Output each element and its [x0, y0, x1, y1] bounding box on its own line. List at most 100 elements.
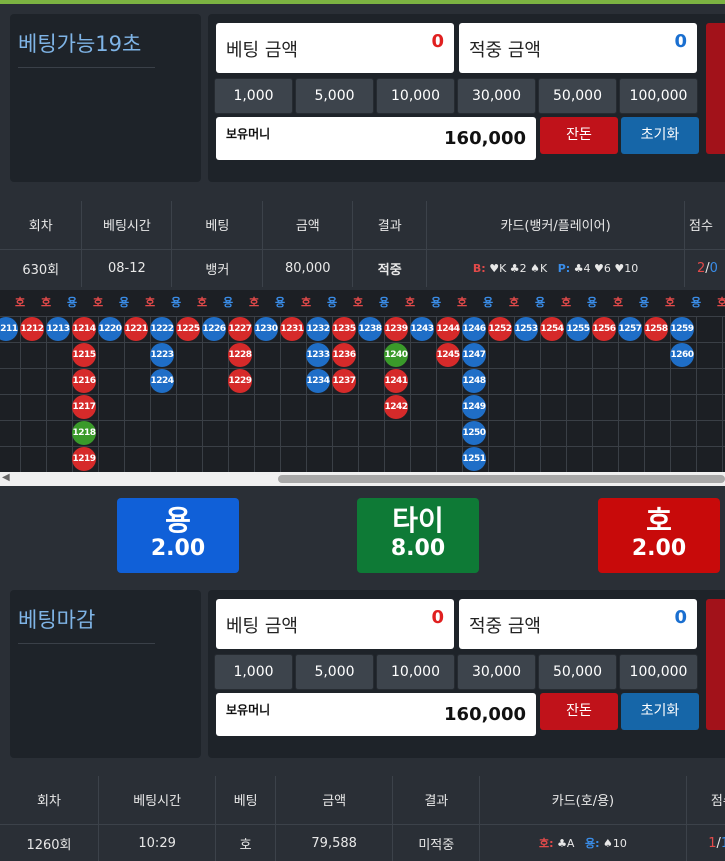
road-header-mark: 용: [327, 296, 338, 309]
road-grid: 121112121213121412151216121712181219 1220…: [0, 316, 725, 472]
road-header-mark: 호: [249, 296, 260, 309]
road-ball: 1229: [228, 369, 252, 393]
road-ball: 1239: [384, 317, 408, 341]
col-result: 결과: [352, 201, 428, 250]
chip-5000-button[interactable]: 5,000: [295, 78, 374, 114]
row-time: 10:29: [98, 824, 217, 861]
road-header-mark: 용: [639, 296, 650, 309]
chip-50000-button[interactable]: 50,000: [538, 78, 617, 114]
col-time: 베팅시간: [98, 776, 217, 825]
col-time: 베팅시간: [81, 201, 173, 250]
road-ball: 1216: [72, 369, 96, 393]
chip-5000-button[interactable]: 5,000: [295, 654, 374, 690]
road-header-mark: 용: [587, 296, 598, 309]
balance-label: 보유머니: [226, 703, 271, 717]
bottom-status-box: 베팅마감: [10, 590, 201, 758]
road-header-mark: 용: [67, 296, 78, 309]
chip-30000-button[interactable]: 30,000: [457, 78, 536, 114]
road-header-mark: 호: [197, 296, 208, 309]
row-bet: 호: [215, 824, 276, 861]
row-amount: 80,000: [262, 249, 354, 287]
road-ball: 1247: [462, 343, 486, 367]
road-header-mark: 용: [691, 296, 702, 309]
road-ball: 1232: [306, 317, 330, 341]
table-header-row: 회차 베팅시간 베팅 금액 결과 카드(호/용) 점수: [0, 776, 725, 825]
bottom-bet-box: 베팅 금액 0 적중 금액 0 1,000 5,000 10,000 30,00…: [208, 590, 725, 758]
road-ball: 1221: [124, 317, 148, 341]
row-cards: B: ♥K ♣2 ♠K P: ♣4 ♥6 ♥10: [426, 249, 685, 287]
balance-value: 160,000: [444, 128, 526, 149]
road-ball: 1242: [384, 395, 408, 419]
side-bet-button[interactable]: [706, 599, 725, 730]
tie-bet-button[interactable]: 타이 8.00: [357, 498, 479, 573]
road-header-mark: 호: [613, 296, 624, 309]
road-ball: 1215: [72, 343, 96, 367]
road-ball: 1236: [332, 343, 356, 367]
balance-field: 보유머니 160,000: [216, 117, 536, 160]
row-round: 630회: [0, 249, 83, 287]
chip-10000-button[interactable]: 10,000: [376, 654, 455, 690]
road-ball: 1249: [462, 395, 486, 419]
road-scrollbar[interactable]: ◀: [0, 472, 725, 486]
side-bet-button[interactable]: [706, 23, 725, 154]
chip-10000-button[interactable]: 10,000: [376, 78, 455, 114]
scroll-left-icon[interactable]: ◀: [2, 472, 10, 483]
dragon-bet-button[interactable]: 용 2.00: [117, 498, 239, 573]
road-ball: 1241: [384, 369, 408, 393]
road-header-mark: 호: [145, 296, 156, 309]
change-button[interactable]: 잔돈: [540, 693, 618, 730]
road-ball: 1255: [566, 317, 590, 341]
bet-amount-field: 베팅 금액 0: [216, 599, 454, 649]
row-score: 1/10: [686, 824, 725, 861]
reset-button[interactable]: 초기화: [621, 693, 699, 730]
road-header-mark: 용: [379, 296, 390, 309]
road-ball: 1233: [306, 343, 330, 367]
row-bet: 뱅커: [171, 249, 264, 287]
win-amount-field: 적중 금액 0: [459, 599, 697, 649]
road-header-mark: 호: [93, 296, 104, 309]
road-ball: 1238: [358, 317, 382, 341]
road-ball: 1257: [618, 317, 642, 341]
banker-cards: ♥K ♣2 ♠K: [489, 261, 548, 275]
chip-1000-button[interactable]: 1,000: [214, 78, 293, 114]
road-ball: 1259: [670, 317, 694, 341]
chip-30000-button[interactable]: 30,000: [457, 654, 536, 690]
road-ball: 1252: [488, 317, 512, 341]
change-button[interactable]: 잔돈: [540, 117, 618, 154]
chip-100000-button[interactable]: 100,000: [619, 654, 698, 690]
player-cards: ♣4 ♥6 ♥10: [573, 261, 639, 275]
row-cards: 호: ♣A 용: ♠10: [479, 824, 687, 861]
road-ball: 1228: [228, 343, 252, 367]
win-amount-value: 0: [674, 607, 687, 628]
road-header-mark: 호: [717, 296, 725, 309]
tiger-bet-button[interactable]: 호 2.00: [598, 498, 720, 573]
road-map[interactable]: 호호용호용호용호용호용호용호용호용호용호용호용호용호용호 12111212121…: [0, 290, 725, 486]
road-header-mark: 호: [41, 296, 52, 309]
chip-50000-button[interactable]: 50,000: [538, 654, 617, 690]
col-cards: 카드(뱅커/플레이어): [426, 201, 685, 250]
road-ball: 1244: [436, 317, 460, 341]
score-b: 0: [709, 260, 718, 276]
road-header-mark: 호: [509, 296, 520, 309]
betting-status: 베팅마감: [18, 604, 155, 644]
table-header-row: 회차 베팅시간 베팅 금액 결과 카드(뱅커/플레이어) 점수: [0, 201, 725, 250]
scroll-thumb[interactable]: [278, 475, 725, 483]
win-amount-label: 적중 금액: [469, 616, 541, 637]
win-amount-field: 적중 금액 0: [459, 23, 697, 73]
road-ball: 1245: [436, 343, 460, 367]
top-status-box: 베팅가능19초: [10, 14, 201, 182]
road-ball: 1219: [72, 447, 96, 471]
row-score: 2/0: [684, 249, 725, 287]
chip-100000-button[interactable]: 100,000: [619, 78, 698, 114]
col-cards: 카드(호/용): [479, 776, 687, 825]
dragon-label: 용: [165, 504, 191, 537]
road-ball: 1240: [384, 343, 408, 367]
road-ball: 1212: [20, 317, 44, 341]
tiger-card: ♣A: [557, 837, 575, 851]
balance-field: 보유머니 160,000: [216, 693, 536, 736]
road-ball: 1256: [592, 317, 616, 341]
reset-button[interactable]: 초기화: [621, 117, 699, 154]
top-bet-box: 베팅 금액 0 적중 금액 0 1,000 5,000 10,000 30,00…: [208, 14, 725, 182]
table-row: 630회 08-12 뱅커 80,000 적중 B: ♥K ♣2 ♠K P: ♣…: [0, 249, 725, 287]
chip-1000-button[interactable]: 1,000: [214, 654, 293, 690]
